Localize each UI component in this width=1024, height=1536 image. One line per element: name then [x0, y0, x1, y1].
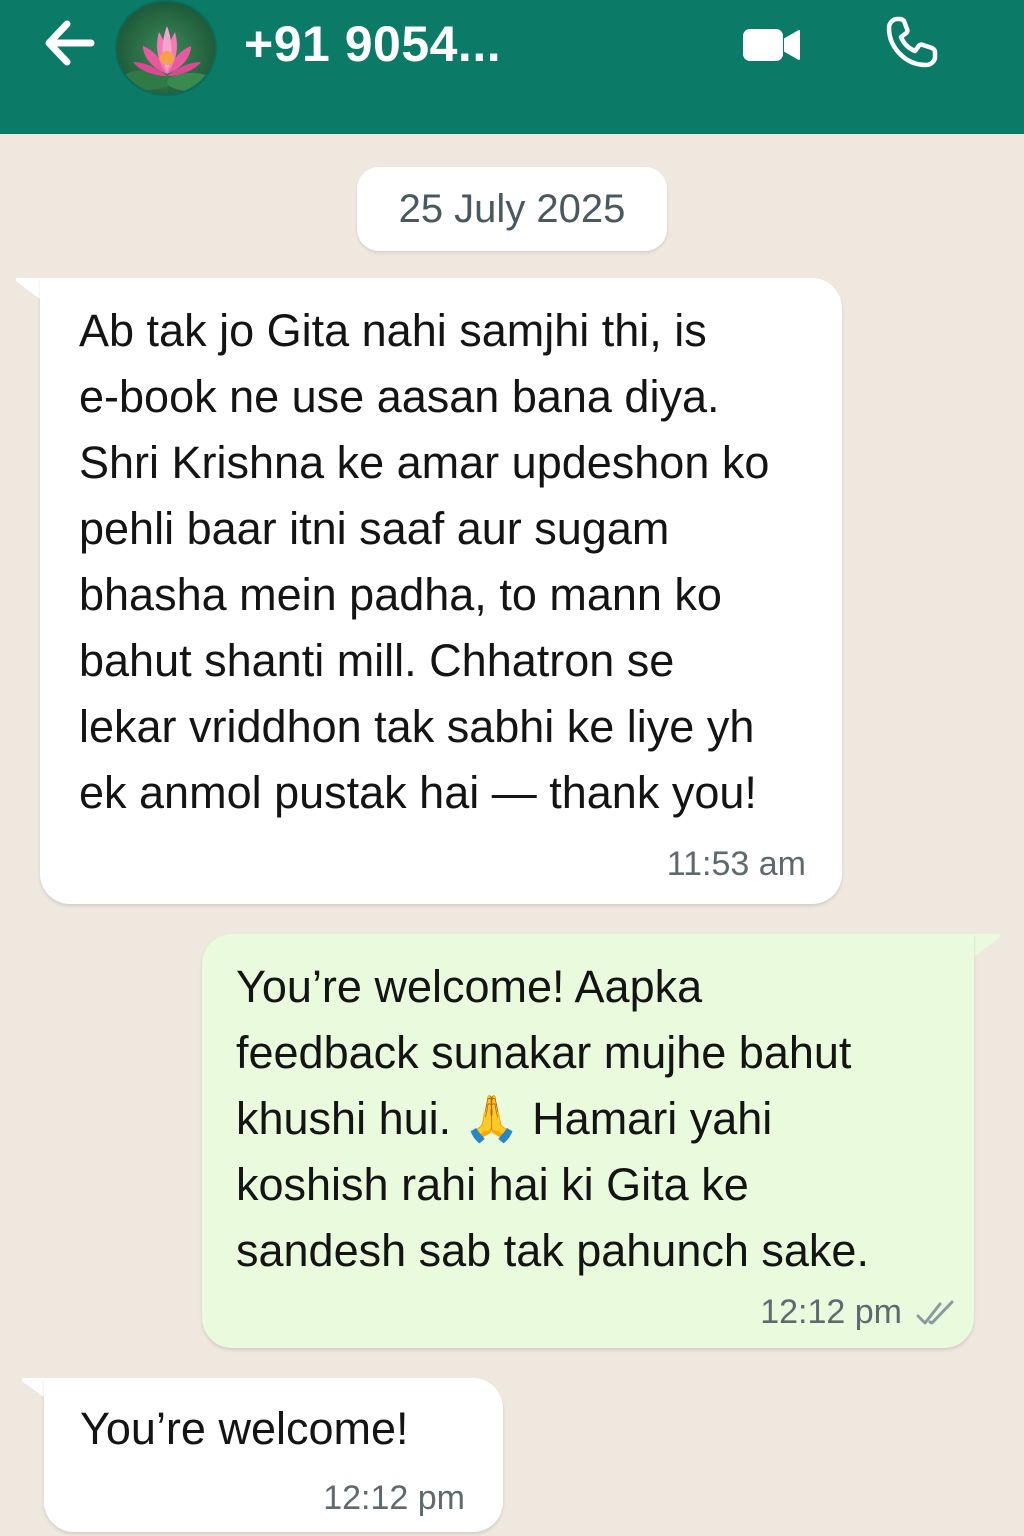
message-line: You’re welcome! — [80, 1403, 409, 1454]
voice-call-button[interactable] — [876, 10, 946, 76]
message-line: lekar vriddhon tak sabhi ke liye yh — [79, 701, 755, 752]
message-line: Shri Krishna ke amar updeshon ko — [79, 437, 770, 488]
contact-name[interactable]: +91 9054... — [244, 12, 501, 76]
message-line: bhasha mein padha, to mann ko — [79, 569, 722, 620]
message-line: khushi hui. 🙏 Hamari yahi — [236, 1093, 773, 1144]
message-timestamp: 12:12 pm — [323, 1479, 465, 1517]
outgoing-bubble-tail — [972, 934, 1001, 958]
message-line: feedback sunakar mujhe bahut — [236, 1027, 852, 1078]
incoming-message-bubble[interactable]: You’re welcome! 12:12 pm — [44, 1378, 503, 1532]
message-line: koshish rahi hai ki Gita ke — [236, 1159, 749, 1210]
double-check-icon — [916, 1300, 954, 1325]
message-text: You’re welcome! — [80, 1396, 409, 1462]
message-line: sandesh sab tak pahunch sake. — [236, 1225, 869, 1276]
lotus-avatar-image — [121, 26, 215, 91]
message-line: You’re welcome! Aapka — [236, 961, 703, 1012]
message-line: pehli baar itni saaf aur sugam — [79, 503, 670, 554]
message-text: You’re welcome! Aapka feedback sunakar m… — [236, 954, 869, 1284]
phone-icon — [886, 16, 938, 68]
outgoing-message-bubble[interactable]: You’re welcome! Aapka feedback sunakar m… — [202, 934, 974, 1348]
message-timestamp: 12:12 pm — [760, 1293, 902, 1331]
contact-avatar[interactable] — [115, 0, 217, 96]
arrow-left-icon — [45, 20, 95, 66]
message-line: bahut shanti mill. Chhatron se — [79, 635, 675, 686]
chat-header: +91 9054... — [0, 0, 1024, 134]
message-line: ek anmol pustak hai — thank you! — [79, 767, 757, 818]
message-line: Ab tak jo Gita nahi samjhi thi, is — [79, 305, 707, 356]
video-camera-icon — [743, 29, 800, 61]
date-divider: 25 July 2025 — [357, 167, 667, 251]
message-line: e-book ne use aasan bana diya. — [79, 371, 720, 422]
back-button[interactable] — [36, 12, 102, 74]
message-text: Ab tak jo Gita nahi samjhi thi, is e-boo… — [79, 298, 769, 826]
video-call-button[interactable] — [734, 16, 810, 74]
incoming-message-bubble[interactable]: Ab tak jo Gita nahi samjhi thi, is e-boo… — [40, 278, 842, 904]
message-timestamp: 11:53 am — [666, 845, 806, 883]
